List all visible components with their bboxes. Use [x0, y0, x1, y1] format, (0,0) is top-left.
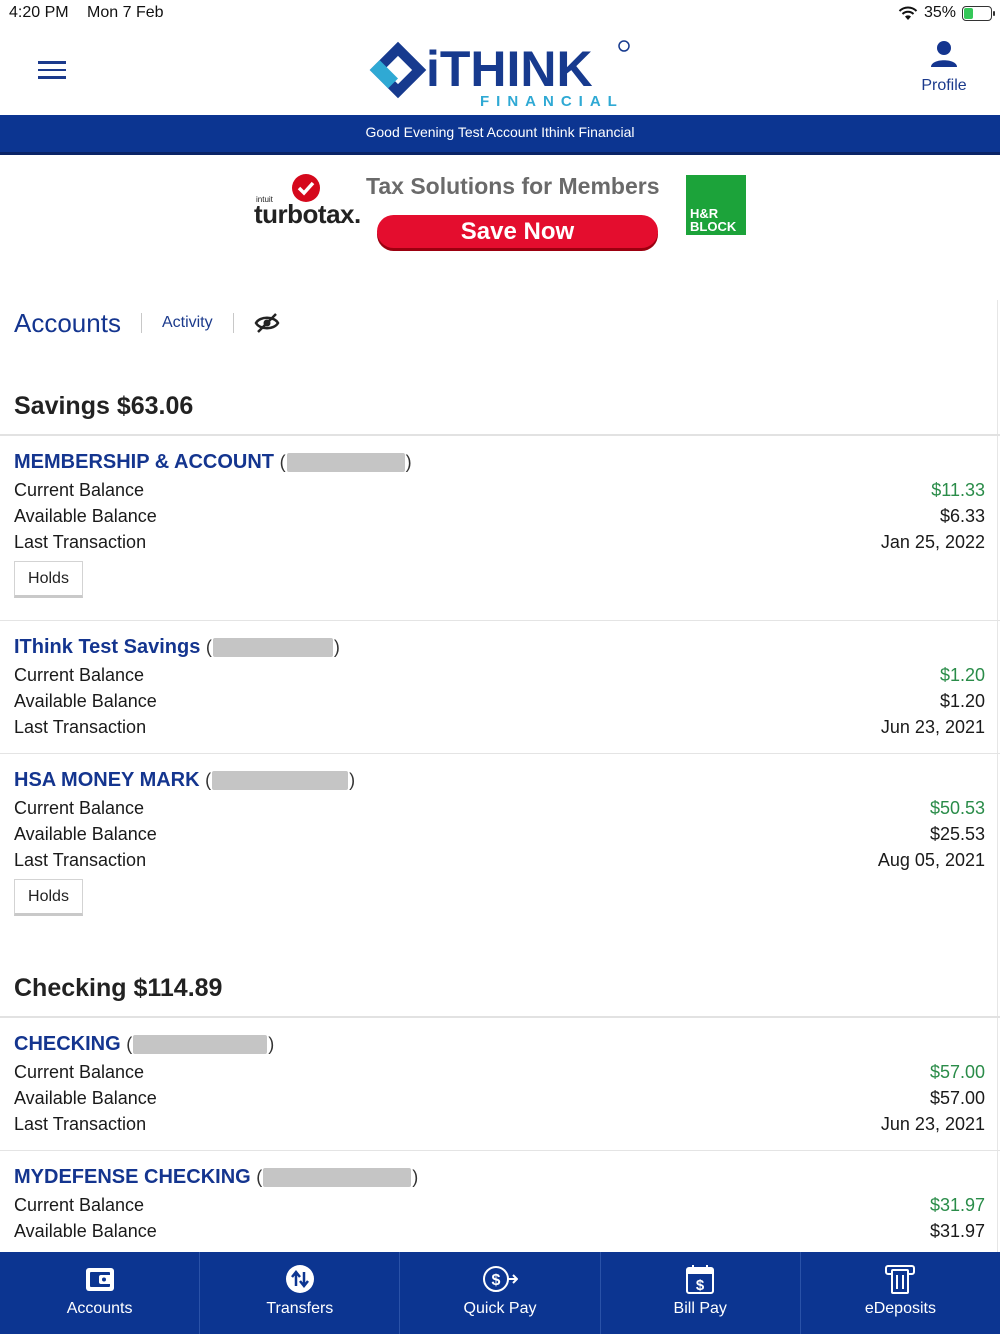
available-balance-value: $1.20 [939, 691, 985, 711]
transfer-icon [285, 1265, 314, 1293]
last-transaction-label: Last Transaction [14, 850, 147, 870]
available-balance-label: Available Balance [14, 1221, 157, 1241]
masked-account-number [263, 1168, 412, 1187]
bill-calendar-icon: $ [686, 1265, 715, 1294]
ad-headline: Tax Solutions for Members [366, 173, 660, 199]
last-transaction-label: Last Transaction [14, 717, 147, 737]
last-transaction-value: Jan 25, 2022 [880, 532, 985, 552]
nav-quick-pay[interactable]: $ Quick Pay [400, 1252, 601, 1334]
wifi-icon [898, 6, 918, 20]
current-balance-value: $1.20 [939, 665, 985, 685]
current-balance-label: Current Balance [14, 798, 145, 818]
svg-text:$: $ [696, 1277, 705, 1294]
scroll-track [997, 300, 998, 1260]
wallet-icon [85, 1268, 114, 1291]
battery-icon [962, 5, 995, 21]
turbotax-check-icon [292, 174, 320, 202]
greeting-banner: Good Evening Test Account Ithink Financi… [0, 115, 1000, 155]
current-balance-value: $31.97 [929, 1195, 985, 1215]
logo-subtext: FINANCIAL [480, 93, 624, 108]
logo-text: iTHINK [426, 41, 593, 97]
last-transaction-label: Last Transaction [14, 532, 147, 552]
current-balance-label: Current Balance [14, 480, 145, 500]
holds-button[interactable]: Holds [14, 561, 83, 598]
account-tabs: Accounts Activity [14, 305, 280, 341]
tab-accounts[interactable]: Accounts [14, 308, 121, 339]
profile-button[interactable]: Profile [916, 40, 972, 95]
nav-accounts-label: Accounts [66, 1300, 133, 1317]
menu-icon[interactable] [38, 61, 66, 81]
hide-balance-eye-icon[interactable] [254, 312, 280, 334]
masked-account-number [212, 771, 349, 790]
account-divider [0, 1150, 1000, 1151]
holds-button[interactable]: Holds [14, 879, 83, 916]
checking-group-title: Checking $114.89 [14, 974, 223, 1002]
available-balance-label: Available Balance [14, 824, 157, 844]
available-balance-value: $57.00 [929, 1088, 985, 1108]
battery-percent: 35% [923, 4, 956, 21]
profile-label: Profile [921, 77, 967, 94]
available-balance-label: Available Balance [14, 691, 157, 711]
nav-bill-pay-label: Bill Pay [673, 1300, 727, 1317]
ad-banner[interactable]: intuit turbotax. Tax Solutions for Membe… [240, 157, 760, 248]
tab-divider [232, 313, 234, 333]
deposit-icon [885, 1265, 916, 1294]
last-transaction-label: Last Transaction [14, 1114, 147, 1134]
svg-text:$: $ [492, 1272, 501, 1289]
status-bar: 4:20 PM Mon 7 Feb 35% [0, 0, 1000, 28]
tab-divider [140, 313, 142, 333]
nav-bill-pay[interactable]: $ Bill Pay [601, 1252, 801, 1334]
app-header: iTHINK FINANCIAL Profile [0, 28, 1000, 115]
ad-block-text: BLOCK [690, 219, 737, 234]
available-balance-value: $6.33 [939, 506, 985, 526]
group-divider [0, 434, 1000, 436]
nav-accounts[interactable]: Accounts [0, 1252, 201, 1334]
status-time: 4:20 PM [9, 4, 69, 21]
masked-account-number [212, 638, 333, 657]
quick-pay-icon: $ [483, 1266, 518, 1292]
current-balance-label: Current Balance [14, 1195, 145, 1215]
available-balance-value: $25.53 [929, 824, 985, 844]
current-balance-value: $11.33 [931, 480, 985, 500]
masked-account-number [286, 453, 405, 472]
available-balance-value: $31.97 [929, 1221, 985, 1241]
bottom-nav: Accounts Transfers $ Quick Pay $ Bill Pa… [0, 1252, 1000, 1334]
last-transaction-value: Jun 23, 2021 [880, 1114, 985, 1134]
ithink-logo: iTHINK FINANCIAL [369, 40, 630, 108]
nav-transfers-label: Transfers [266, 1300, 334, 1317]
tab-activity[interactable]: Activity [162, 314, 213, 332]
current-balance-value: $50.53 [929, 798, 985, 818]
savings-group-title: Savings $63.06 [14, 392, 194, 420]
account-name[interactable]: MYDEFENSE CHECKING [14, 1166, 251, 1189]
current-balance-label: Current Balance [14, 1062, 145, 1082]
nav-transfers[interactable]: Transfers [200, 1252, 401, 1334]
current-balance-label: Current Balance [14, 665, 145, 685]
last-transaction-value: Aug 05, 2021 [877, 850, 985, 870]
account-name[interactable]: MEMBERSHIP & ACCOUNT [14, 451, 274, 474]
status-date: Mon 7 Feb [87, 4, 164, 21]
masked-account-number [133, 1035, 268, 1054]
ad-save-now-button[interactable]: Save Now [377, 215, 658, 248]
account-name[interactable]: CHECKING [14, 1033, 121, 1056]
account-name[interactable]: IThink Test Savings [14, 636, 200, 659]
ad-hrblock-logo: H&R BLOCK [686, 175, 746, 235]
available-balance-label: Available Balance [14, 506, 157, 526]
account-divider [0, 620, 1000, 621]
last-transaction-value: Jun 23, 2021 [880, 717, 985, 737]
account-divider [0, 753, 1000, 754]
group-divider [0, 1016, 1000, 1018]
profile-icon [931, 41, 957, 67]
account-name[interactable]: HSA MONEY MARK [14, 769, 200, 792]
available-balance-label: Available Balance [14, 1088, 157, 1108]
nav-quick-pay-label: Quick Pay [463, 1300, 537, 1317]
ad-turbotax-logo: turbotax. [254, 199, 361, 229]
nav-edeposits-label: eDeposits [864, 1300, 936, 1317]
current-balance-value: $57.00 [929, 1062, 985, 1082]
nav-edeposits[interactable]: eDeposits [801, 1252, 1000, 1334]
